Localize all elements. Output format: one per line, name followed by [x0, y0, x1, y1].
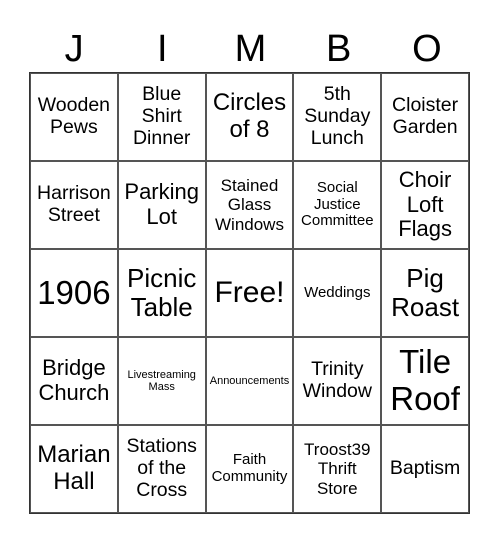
cell-label: Social Justice Committee	[301, 178, 374, 230]
cell-label: Baptism	[389, 457, 461, 480]
cell-label: Faith Community	[211, 451, 288, 485]
cell-label: Circles of 8	[212, 89, 287, 143]
cell-label: Trinity Window	[302, 358, 372, 402]
cell-label: Tile Roof	[390, 343, 460, 417]
bingo-cell[interactable]: Choir Loft Flags	[381, 161, 469, 249]
cell-label: Weddings	[304, 283, 371, 301]
bingo-cell[interactable]: Trinity Window	[293, 337, 382, 425]
cell-label: Cloister Garden	[392, 94, 459, 138]
bingo-cell[interactable]: Bridge Church	[30, 337, 118, 425]
cell-label: Parking Lot	[124, 179, 199, 229]
header-letter: J	[64, 28, 84, 70]
bingo-cell[interactable]: Weddings	[293, 249, 382, 337]
bingo-cell[interactable]: 5th Sunday Lunch	[293, 73, 382, 161]
header-letter: B	[326, 28, 352, 70]
cell-label: 1906	[37, 273, 111, 311]
bingo-cell[interactable]: Harrison Street	[30, 161, 118, 249]
bingo-cell[interactable]: 1906	[30, 249, 118, 337]
bingo-cell[interactable]: Wooden Pews	[30, 73, 118, 161]
cell-label: Wooden Pews	[37, 94, 111, 138]
bingo-cell[interactable]: Circles of 8	[205, 73, 294, 161]
cell-label: Marian Hall	[37, 441, 111, 495]
bingo-cell[interactable]: Announcements	[205, 337, 294, 425]
header-letter: O	[412, 28, 442, 70]
bingo-cell[interactable]: Stained Glass Windows	[205, 161, 294, 249]
cell-label: Stations of the Cross	[126, 435, 197, 501]
cell-label: Bridge Church	[38, 355, 110, 405]
bingo-cell[interactable]: Marian Hall	[30, 425, 118, 513]
cell-label: Livestreaming Mass	[127, 368, 196, 393]
bingo-cell[interactable]: Troost39 Thrift Store	[293, 425, 382, 513]
bingo-cell[interactable]: Cloister Garden	[381, 73, 469, 161]
bingo-cell[interactable]: Tile Roof	[381, 337, 469, 425]
bingo-cell[interactable]: Livestreaming Mass	[117, 337, 206, 425]
cell-label: Blue Shirt Dinner	[132, 83, 191, 149]
cell-label: Choir Loft Flags	[398, 167, 452, 242]
bingo-cell[interactable]: Picnic Table	[117, 249, 206, 337]
bingo-cell[interactable]: Stations of the Cross	[117, 425, 206, 513]
header-letter: I	[157, 28, 168, 70]
bingo-header: J I M B O	[30, 26, 471, 72]
cell-label: Announcements	[209, 374, 290, 387]
bingo-cell[interactable]: Blue Shirt Dinner	[117, 73, 206, 161]
cell-label: Stained Glass Windows	[215, 176, 284, 234]
cell-label: Troost39 Thrift Store	[304, 440, 371, 498]
bingo-grid: Wooden Pews Blue Shirt Dinner Circles of 8…	[29, 72, 470, 514]
bingo-cell[interactable]: Social Justice Committee	[293, 161, 382, 249]
header-letter: M	[234, 28, 267, 70]
bingo-cell[interactable]: Pig Roast	[381, 249, 469, 337]
cell-label: Picnic Table	[127, 262, 197, 322]
bingo-cell[interactable]: Baptism	[381, 425, 469, 513]
bingo-cell[interactable]: Faith Community	[205, 425, 294, 513]
cell-label: Harrison Street	[37, 182, 111, 226]
cell-label: 5th Sunday Lunch	[304, 83, 371, 149]
bingo-cell[interactable]: Parking Lot	[117, 161, 206, 249]
bingo-cell-free[interactable]: Free!	[205, 249, 294, 337]
cell-label: Pig Roast	[391, 262, 460, 322]
cell-label: Free!	[214, 276, 285, 310]
